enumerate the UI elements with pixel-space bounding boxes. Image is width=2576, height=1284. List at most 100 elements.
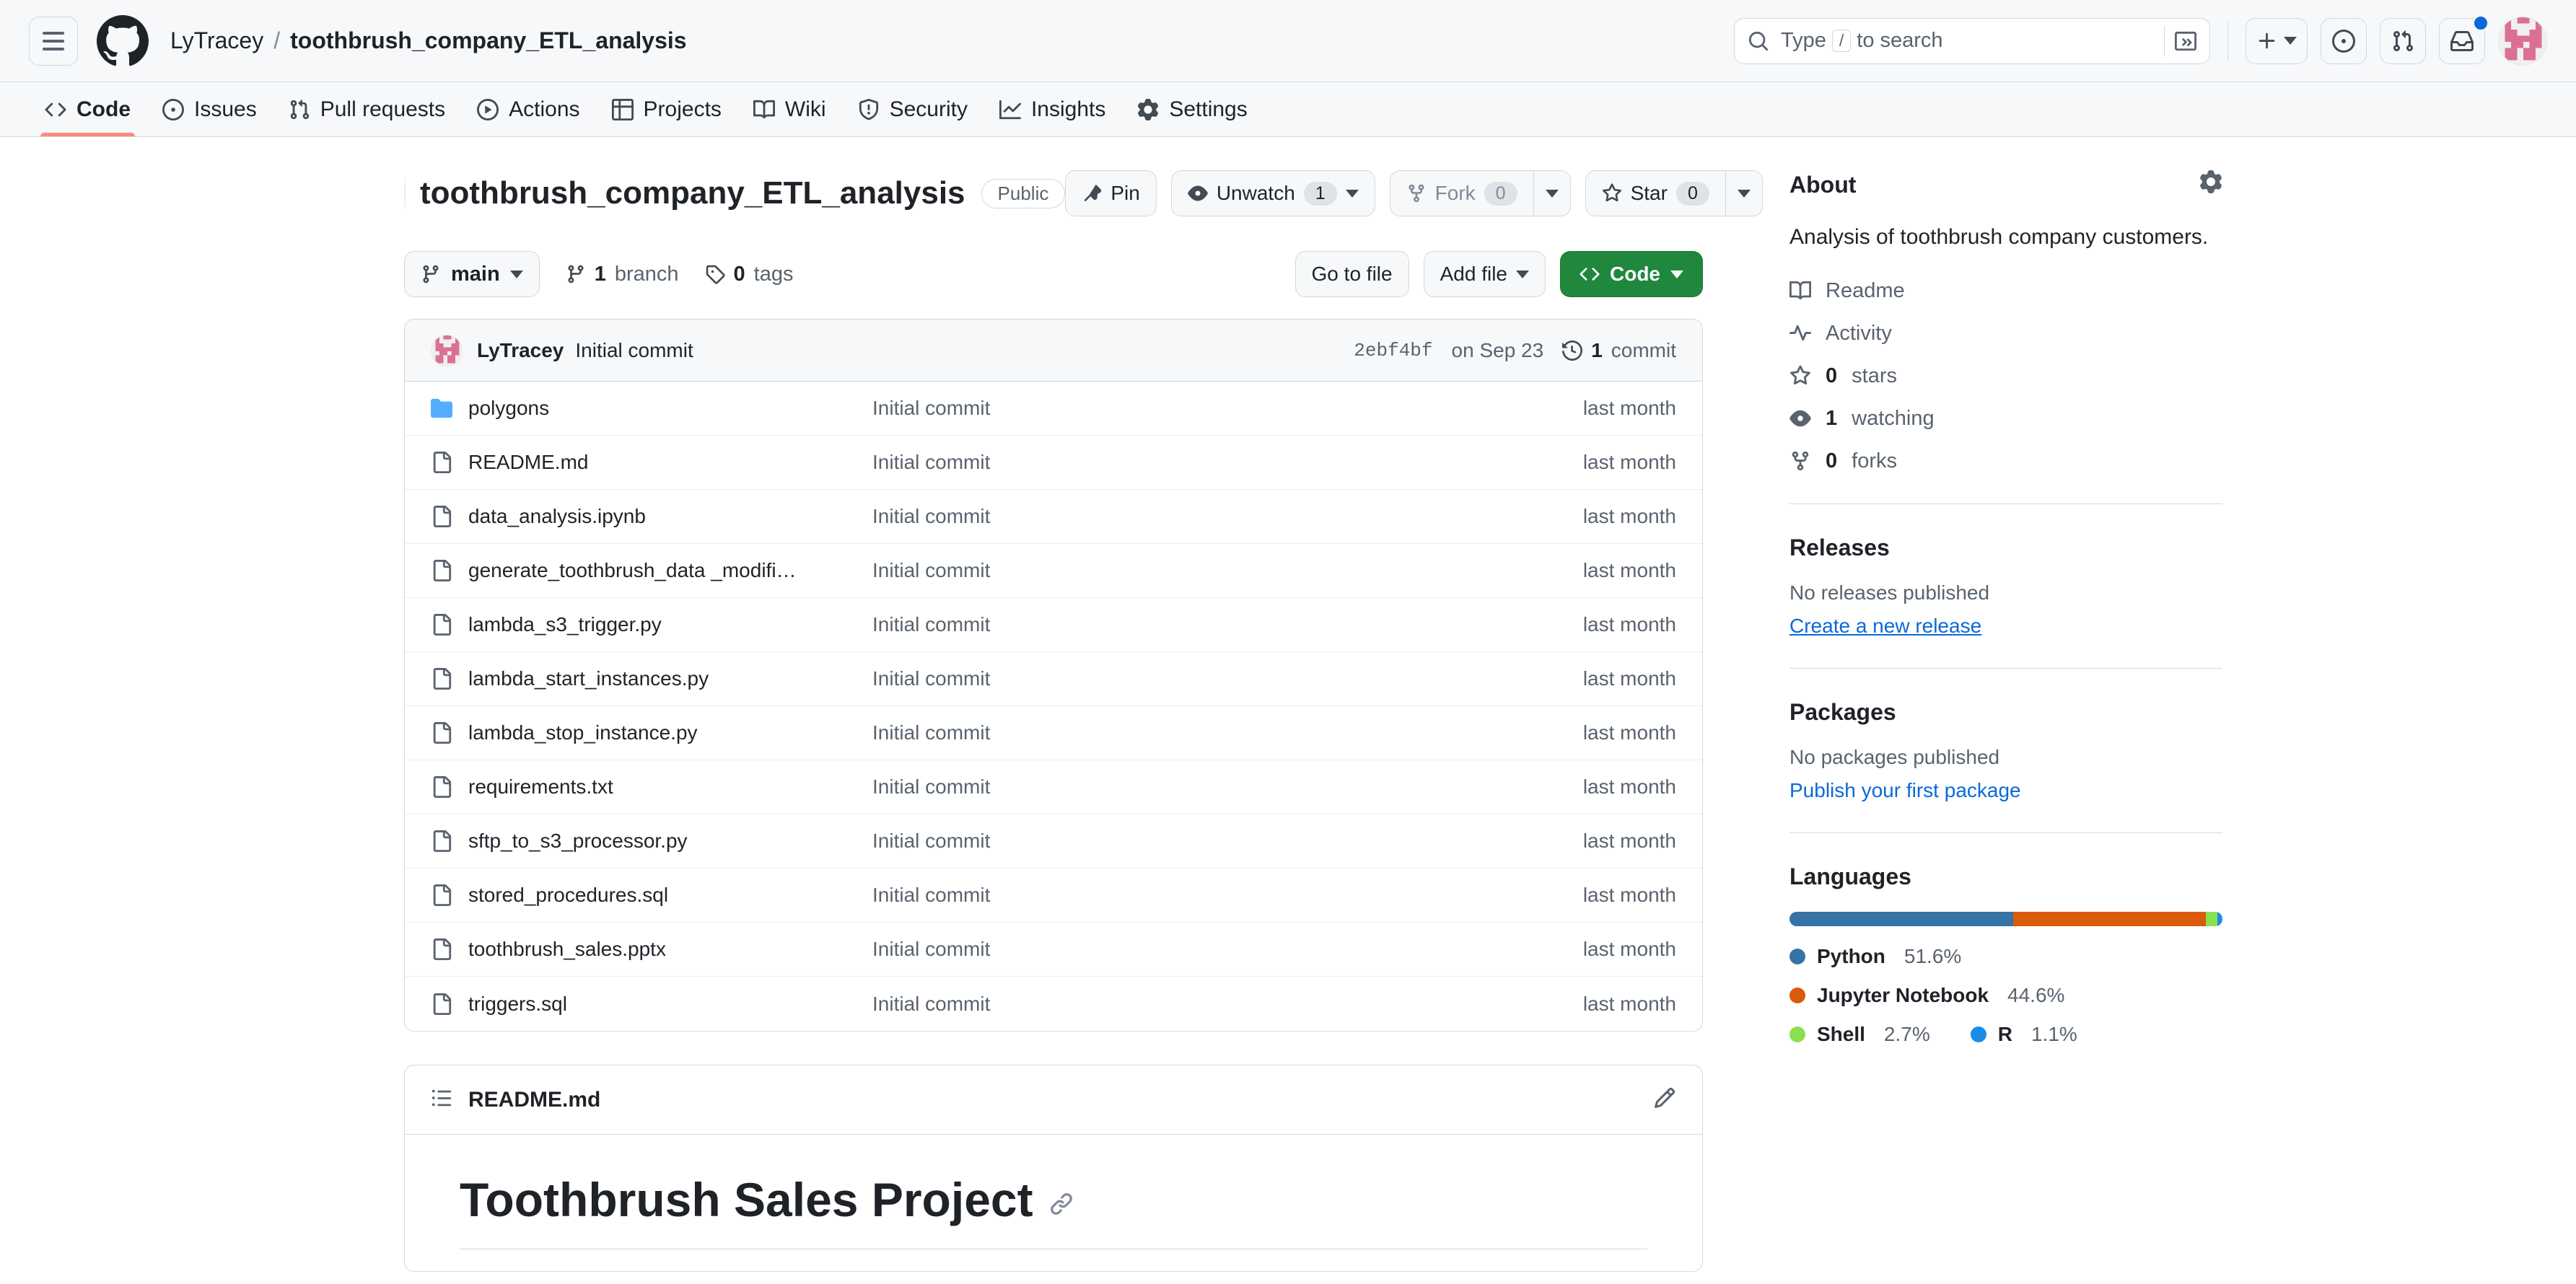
create-new-button[interactable] bbox=[2246, 17, 2308, 64]
table-row[interactable]: requirements.txt Initial commit last mon… bbox=[405, 760, 1702, 814]
file-name[interactable]: stored_procedures.sql bbox=[468, 884, 872, 907]
forks-link[interactable]: 0 forks bbox=[1789, 449, 2222, 473]
tab-code[interactable]: Code bbox=[29, 82, 146, 136]
issues-button[interactable] bbox=[2321, 17, 2367, 64]
tag-count: 0 bbox=[733, 262, 745, 286]
github-logo-icon[interactable] bbox=[97, 14, 149, 67]
file-commit-message[interactable]: Initial commit bbox=[872, 613, 1583, 636]
search-input[interactable]: Type / to search bbox=[1734, 17, 2210, 64]
language-segment[interactable] bbox=[2206, 911, 2218, 926]
breadcrumb-owner[interactable]: LyTracey bbox=[170, 27, 263, 54]
file-name[interactable]: lambda_start_instances.py bbox=[468, 667, 872, 690]
file-commit-message[interactable]: Initial commit bbox=[872, 775, 1583, 799]
file-commit-message[interactable]: Initial commit bbox=[872, 993, 1583, 1016]
file-name[interactable]: toothbrush_sales.pptx bbox=[468, 938, 872, 961]
file-commit-message[interactable]: Initial commit bbox=[872, 667, 1583, 690]
commit-author[interactable]: LyTracey bbox=[477, 339, 564, 362]
table-row[interactable]: stored_procedures.sql Initial commit las… bbox=[405, 869, 1702, 923]
table-row[interactable]: triggers.sql Initial commit last month bbox=[405, 977, 1702, 1031]
commit-history-link[interactable]: 1 commit bbox=[1562, 339, 1676, 362]
tab-pull-requests[interactable]: Pull requests bbox=[273, 82, 461, 136]
language-item[interactable]: R 1.1% bbox=[1970, 1023, 2077, 1046]
file-name[interactable]: sftp_to_s3_processor.py bbox=[468, 830, 872, 853]
stars-label: stars bbox=[1852, 364, 1897, 387]
create-release-link[interactable]: Create a new release bbox=[1789, 615, 2222, 638]
go-to-file-button[interactable]: Go to file bbox=[1294, 251, 1409, 297]
language-item[interactable]: Jupyter Notebook 44.6% bbox=[1789, 984, 2064, 1007]
file-name[interactable]: data_analysis.ipynb bbox=[468, 505, 872, 528]
tab-actions[interactable]: Actions bbox=[461, 82, 595, 136]
branch-count-link[interactable]: 1 branch bbox=[566, 263, 679, 286]
tab-insights[interactable]: Insights bbox=[983, 82, 1121, 136]
add-file-button[interactable]: Add file bbox=[1423, 251, 1546, 297]
file-commit-message[interactable]: Initial commit bbox=[872, 397, 1583, 420]
stars-link[interactable]: 0 stars bbox=[1789, 364, 2222, 388]
pencil-icon[interactable] bbox=[1653, 1086, 1676, 1113]
notifications-button[interactable] bbox=[2439, 14, 2489, 64]
publish-package-link[interactable]: Publish your first package bbox=[1789, 779, 2222, 802]
language-segment[interactable] bbox=[1789, 911, 2013, 926]
about-section-header: About bbox=[1789, 170, 2222, 199]
avatar[interactable] bbox=[2498, 16, 2547, 66]
fork-button[interactable]: Fork 0 bbox=[1389, 170, 1533, 216]
readme-filename[interactable]: README.md bbox=[468, 1088, 600, 1112]
pin-button[interactable]: Pin bbox=[1065, 170, 1157, 216]
code-label: Code bbox=[1610, 263, 1660, 285]
table-row[interactable]: generate_toothbrush_data _modifi… Initia… bbox=[405, 544, 1702, 598]
language-item[interactable]: Python 51.6% bbox=[1789, 945, 1961, 968]
watching-link[interactable]: 1 watching bbox=[1789, 407, 2222, 431]
code-button[interactable]: Code bbox=[1560, 251, 1703, 297]
book-icon bbox=[1789, 281, 1811, 300]
file-name[interactable]: README.md bbox=[468, 451, 872, 474]
tab-wiki[interactable]: Wiki bbox=[737, 82, 842, 136]
list-unordered-icon[interactable] bbox=[431, 1087, 452, 1112]
file-commit-message[interactable]: Initial commit bbox=[872, 938, 1583, 961]
file-commit-message[interactable]: Initial commit bbox=[872, 559, 1583, 582]
file-commit-message[interactable]: Initial commit bbox=[872, 830, 1583, 853]
tab-issues[interactable]: Issues bbox=[146, 82, 273, 136]
table-row[interactable]: data_analysis.ipynb Initial commit last … bbox=[405, 490, 1702, 544]
file-commit-message[interactable]: Initial commit bbox=[872, 451, 1583, 474]
file-name[interactable]: generate_toothbrush_data _modifi… bbox=[468, 559, 872, 582]
star-dropdown-button[interactable] bbox=[1725, 170, 1763, 216]
commit-message[interactable]: Initial commit bbox=[575, 339, 693, 362]
file-name[interactable]: lambda_stop_instance.py bbox=[468, 721, 872, 744]
file-icon bbox=[431, 452, 468, 473]
git-branch-icon bbox=[423, 265, 439, 283]
language-segment[interactable] bbox=[2217, 911, 2222, 926]
readme-header: README.md bbox=[405, 1065, 1702, 1135]
pull-requests-button[interactable] bbox=[2380, 17, 2426, 64]
file-name[interactable]: lambda_s3_trigger.py bbox=[468, 613, 872, 636]
tab-settings[interactable]: Settings bbox=[1121, 82, 1263, 136]
file-commit-message[interactable]: Initial commit bbox=[872, 721, 1583, 744]
fork-dropdown-button[interactable] bbox=[1533, 170, 1571, 216]
file-name[interactable]: requirements.txt bbox=[468, 775, 872, 799]
table-row[interactable]: lambda_start_instances.py Initial commit… bbox=[405, 652, 1702, 706]
tab-security[interactable]: Security bbox=[842, 82, 983, 136]
table-row[interactable]: lambda_s3_trigger.py Initial commit last… bbox=[405, 598, 1702, 652]
table-row[interactable]: README.md Initial commit last month bbox=[405, 436, 1702, 490]
language-segment[interactable] bbox=[2012, 911, 2207, 926]
table-row[interactable]: toothbrush_sales.pptx Initial commit las… bbox=[405, 923, 1702, 977]
table-row[interactable]: sftp_to_s3_processor.py Initial commit l… bbox=[405, 814, 1702, 869]
hamburger-menu-icon[interactable] bbox=[29, 16, 78, 66]
table-row[interactable]: lambda_stop_instance.py Initial commit l… bbox=[405, 706, 1702, 760]
gear-icon[interactable] bbox=[2199, 170, 2222, 199]
anchor-link-icon[interactable] bbox=[1049, 1172, 1074, 1227]
page-title[interactable]: toothbrush_company_ETL_analysis bbox=[420, 175, 965, 211]
file-name[interactable]: triggers.sql bbox=[468, 993, 872, 1016]
breadcrumb-repo[interactable]: toothbrush_company_ETL_analysis bbox=[290, 27, 686, 54]
star-button[interactable]: Star 0 bbox=[1585, 170, 1725, 216]
language-item[interactable]: Shell 2.7% bbox=[1789, 1023, 1930, 1046]
tab-projects[interactable]: Projects bbox=[596, 82, 737, 136]
file-name[interactable]: polygons bbox=[468, 397, 872, 420]
commit-sha[interactable]: 2ebf4bf bbox=[1354, 340, 1432, 361]
watch-button[interactable]: Unwatch 1 bbox=[1170, 170, 1375, 216]
file-commit-message[interactable]: Initial commit bbox=[872, 884, 1583, 907]
branch-selector[interactable]: main bbox=[404, 251, 540, 297]
activity-link[interactable]: Activity bbox=[1789, 322, 2222, 346]
readme-link[interactable]: Readme bbox=[1789, 279, 2222, 303]
table-row[interactable]: polygons Initial commit last month bbox=[405, 382, 1702, 436]
file-commit-message[interactable]: Initial commit bbox=[872, 505, 1583, 528]
tag-count-link[interactable]: 0 tags bbox=[705, 262, 793, 286]
